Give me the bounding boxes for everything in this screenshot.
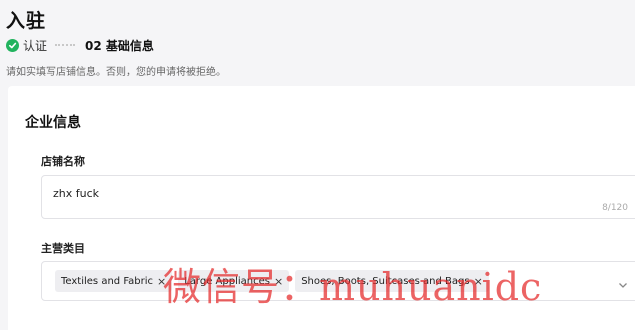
store-name-input[interactable]: zhx fuck 8/120 bbox=[41, 175, 635, 219]
close-icon[interactable]: × bbox=[274, 275, 283, 288]
step-verification-label: 认证 bbox=[23, 38, 48, 53]
check-circle-icon bbox=[6, 38, 19, 52]
step-indicator: 认证 02 基础信息 bbox=[6, 37, 154, 53]
category-tag-label: Large Appliances bbox=[184, 275, 270, 287]
store-name-value[interactable]: zhx fuck bbox=[53, 187, 99, 200]
category-tag-label: Textiles and Fabric bbox=[61, 275, 154, 287]
category-tag-label: Shoes, Boots, Suitcases and Bags bbox=[301, 275, 470, 287]
instruction-text: 请如实填写店铺信息。否则，您的申请将被拒绝。 bbox=[6, 67, 226, 78]
onboarding-page: 入驻 认证 02 基础信息 请如实填写店铺信息。否则，您的申请将被拒绝。 企业信… bbox=[0, 0, 635, 330]
category-tag: Large Appliances × bbox=[178, 270, 290, 292]
close-icon[interactable]: × bbox=[157, 275, 166, 288]
char-counter: 8/120 bbox=[602, 203, 628, 213]
category-tag: Textiles and Fabric × bbox=[55, 270, 173, 292]
step-connector bbox=[55, 44, 76, 46]
close-icon[interactable]: × bbox=[474, 275, 483, 288]
store-name-label: 店铺名称 bbox=[41, 155, 85, 168]
chevron-down-icon[interactable] bbox=[618, 275, 628, 294]
section-title: 企业信息 bbox=[25, 115, 81, 131]
category-select[interactable]: Textiles and Fabric × Large Appliances ×… bbox=[41, 261, 635, 301]
selected-tags: Textiles and Fabric × Large Appliances ×… bbox=[55, 270, 489, 292]
category-label: 主营类目 bbox=[41, 242, 85, 255]
category-tag: Shoes, Boots, Suitcases and Bags × bbox=[295, 270, 489, 292]
step-basic-info-label: 02 基础信息 bbox=[85, 38, 154, 53]
page-title: 入驻 bbox=[6, 10, 47, 32]
